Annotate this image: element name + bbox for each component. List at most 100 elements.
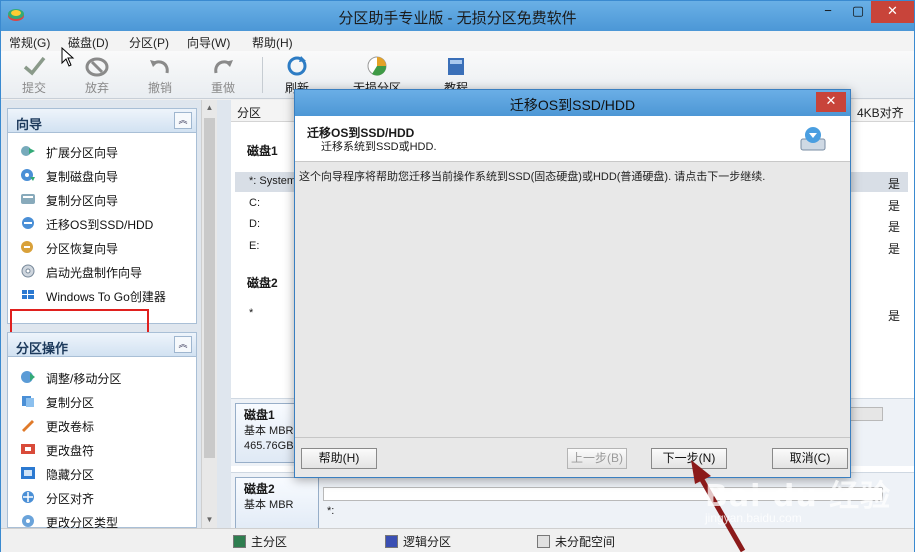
discard-icon	[85, 57, 109, 77]
wizard-item-windows-to-go[interactable]: Windows To Go创建器	[8, 283, 196, 307]
op-item-align[interactable]: 分区对齐	[8, 485, 196, 509]
legend-logical: 逻辑分区	[385, 533, 451, 550]
unallocated-swatch	[537, 535, 550, 548]
wizard-panel-header: 向导 ︽	[8, 109, 196, 133]
dialog-title: 迁移OS到SSD/HDD	[509, 97, 636, 113]
cancel-button[interactable]: 取消(C)	[772, 448, 848, 469]
dialog-header-subtitle: 迁移系统到SSD或HDD.	[321, 141, 437, 153]
legend-primary: 主分区	[233, 533, 287, 550]
op-item-copy[interactable]: 复制分区	[8, 389, 196, 413]
wizard-panel-title: 向导	[16, 117, 43, 132]
wizard-item-label: 复制磁盘向导	[46, 170, 119, 184]
lossless-partition-icon	[367, 56, 387, 76]
hide-partition-icon	[21, 467, 35, 479]
scrollbar-thumb[interactable]	[204, 118, 215, 458]
help-button[interactable]: 帮助(H)	[301, 448, 377, 469]
logical-swatch	[385, 535, 398, 548]
expand-partition-icon	[21, 146, 35, 156]
wizard-item-boot-disc[interactable]: 启动光盘制作向导	[8, 259, 196, 283]
scroll-down-arrow-icon[interactable]: ▼	[202, 512, 217, 528]
op-item-change-letter[interactable]: 更改盘符	[8, 437, 196, 461]
copy-partition-icon	[21, 194, 35, 204]
status-bar: 主分区 逻辑分区 未分配空间	[1, 528, 914, 552]
window-title: 分区助手专业版 - 无损分区免费软件	[338, 10, 577, 27]
op-item-resize[interactable]: 调整/移动分区	[8, 365, 196, 389]
tutorial-book-icon	[448, 58, 464, 75]
undo-icon	[150, 60, 169, 74]
op-item-label: 分区对齐	[46, 492, 95, 506]
wizard-item-copy-disk[interactable]: 复制磁盘向导	[8, 163, 196, 187]
menu-general[interactable]: 常规(G)	[9, 34, 50, 51]
migrate-os-dialog: 迁移OS到SSD/HDD ✕ 迁移OS到SSD/HDD 迁移系统到SSD或HDD…	[294, 89, 851, 478]
menu-wizard[interactable]: 向导(W)	[187, 34, 230, 51]
row-name: *	[249, 307, 254, 319]
dialog-title-bar: 迁移OS到SSD/HDD ✕	[295, 90, 850, 116]
app-window: 分区助手专业版 - 无损分区免费软件 − ▢ ✕ 常规(G) 磁盘(D) 分区(…	[0, 0, 915, 552]
submit-button[interactable]: 提交	[7, 53, 61, 96]
row-name: *: System	[249, 175, 297, 187]
left-scrollbar[interactable]: ▲ ▼	[201, 100, 217, 528]
op-item-change-label[interactable]: 更改卷标	[8, 413, 196, 437]
row-align: 是	[888, 220, 901, 234]
wizard-item-label: 启动光盘制作向导	[46, 266, 143, 280]
wizard-collapse-button[interactable]: ︽	[174, 112, 192, 129]
wizard-item-label: 迁移OS到SSD/HDD	[46, 218, 154, 232]
windows-to-go-icon	[22, 290, 34, 299]
partition-type-icon	[22, 515, 34, 527]
wizard-panel: 向导 ︽ 扩展分区向导 复制磁盘向导 复制分区向导 迁移OS到SSD/HDD 分…	[7, 108, 197, 324]
scroll-up-arrow-icon[interactable]: ▲	[202, 100, 217, 116]
dialog-close-button[interactable]: ✕	[816, 92, 846, 112]
undo-label: 撤销	[147, 81, 172, 95]
copy-disk-icon	[21, 169, 35, 181]
ops-collapse-button[interactable]: ︽	[174, 336, 192, 353]
wizard-item-migrate-os[interactable]: 迁移OS到SSD/HDD	[8, 211, 196, 235]
op-item-hide[interactable]: 隐藏分区	[8, 461, 196, 485]
close-button[interactable]: ✕	[871, 1, 914, 23]
migrate-os-icon	[22, 217, 34, 229]
dialog-body-text: 这个向导程序将帮助您迁移当前操作系统到SSD(固态硬盘)或HDD(普通硬盘). …	[299, 171, 766, 183]
wizard-item-label: 扩展分区向导	[46, 146, 119, 160]
disk1-card-size: 465.76GB	[244, 440, 294, 452]
wizard-item-partition-recovery[interactable]: 分区恢复向导	[8, 235, 196, 259]
refresh-icon	[287, 56, 307, 76]
legend-unallocated: 未分配空间	[537, 533, 615, 550]
legend-unallocated-label: 未分配空间	[555, 535, 616, 549]
wizard-item-label: Windows To Go创建器	[46, 290, 166, 304]
op-item-label: 更改卷标	[46, 420, 95, 434]
menu-help[interactable]: 帮助(H)	[252, 34, 293, 51]
partition-recovery-icon	[21, 241, 33, 253]
boot-disc-icon	[21, 264, 35, 278]
column-4k-align[interactable]: 4KB对齐	[857, 104, 904, 121]
drive-letter-icon	[21, 444, 35, 454]
partition-ops-panel: 分区操作 ︽ 调整/移动分区 复制分区 更改卷标 更改盘符 隐藏分区 分区对齐 …	[7, 332, 197, 530]
minimize-button[interactable]: −	[813, 1, 843, 23]
disk2-card-type: 基本 MBR	[244, 499, 294, 511]
op-item-label: 更改盘符	[46, 444, 95, 458]
baidu-jingyan-watermark: Bai du 经验 jingyan.baidu.com	[695, 471, 895, 531]
checkmark-icon	[23, 56, 46, 76]
wizard-item-copy-partition[interactable]: 复制分区向导	[8, 187, 196, 211]
row-align: 是	[888, 309, 901, 323]
discard-label: 放弃	[84, 81, 109, 95]
mouse-cursor-icon	[61, 47, 75, 67]
disk1-card-type: 基本 MBR	[244, 425, 294, 437]
redo-label: 重做	[210, 81, 235, 95]
undo-button[interactable]: 撤销	[133, 53, 187, 96]
redo-button[interactable]: 重做	[196, 53, 250, 96]
menu-partition[interactable]: 分区(P)	[129, 34, 169, 51]
op-item-label: 复制分区	[46, 396, 95, 410]
op-item-label: 隐藏分区	[46, 468, 95, 482]
legend-logical-label: 逻辑分区	[403, 535, 452, 549]
row-name: E:	[249, 240, 260, 252]
disk2-label: 磁盘2	[247, 276, 278, 290]
row-align: 是	[888, 242, 901, 256]
maximize-button[interactable]: ▢	[843, 1, 873, 23]
previous-button[interactable]: 上一步(B)	[567, 448, 627, 469]
row-align: 是	[888, 199, 901, 213]
row-align: 是	[888, 177, 901, 191]
column-partition[interactable]: 分区	[237, 104, 261, 121]
disk2-partition-label: *:	[327, 505, 335, 517]
wizard-item-expand-partition[interactable]: 扩展分区向导	[8, 139, 196, 163]
disk2-card-name: 磁盘2	[244, 482, 275, 496]
discard-button[interactable]: 放弃	[70, 53, 124, 96]
